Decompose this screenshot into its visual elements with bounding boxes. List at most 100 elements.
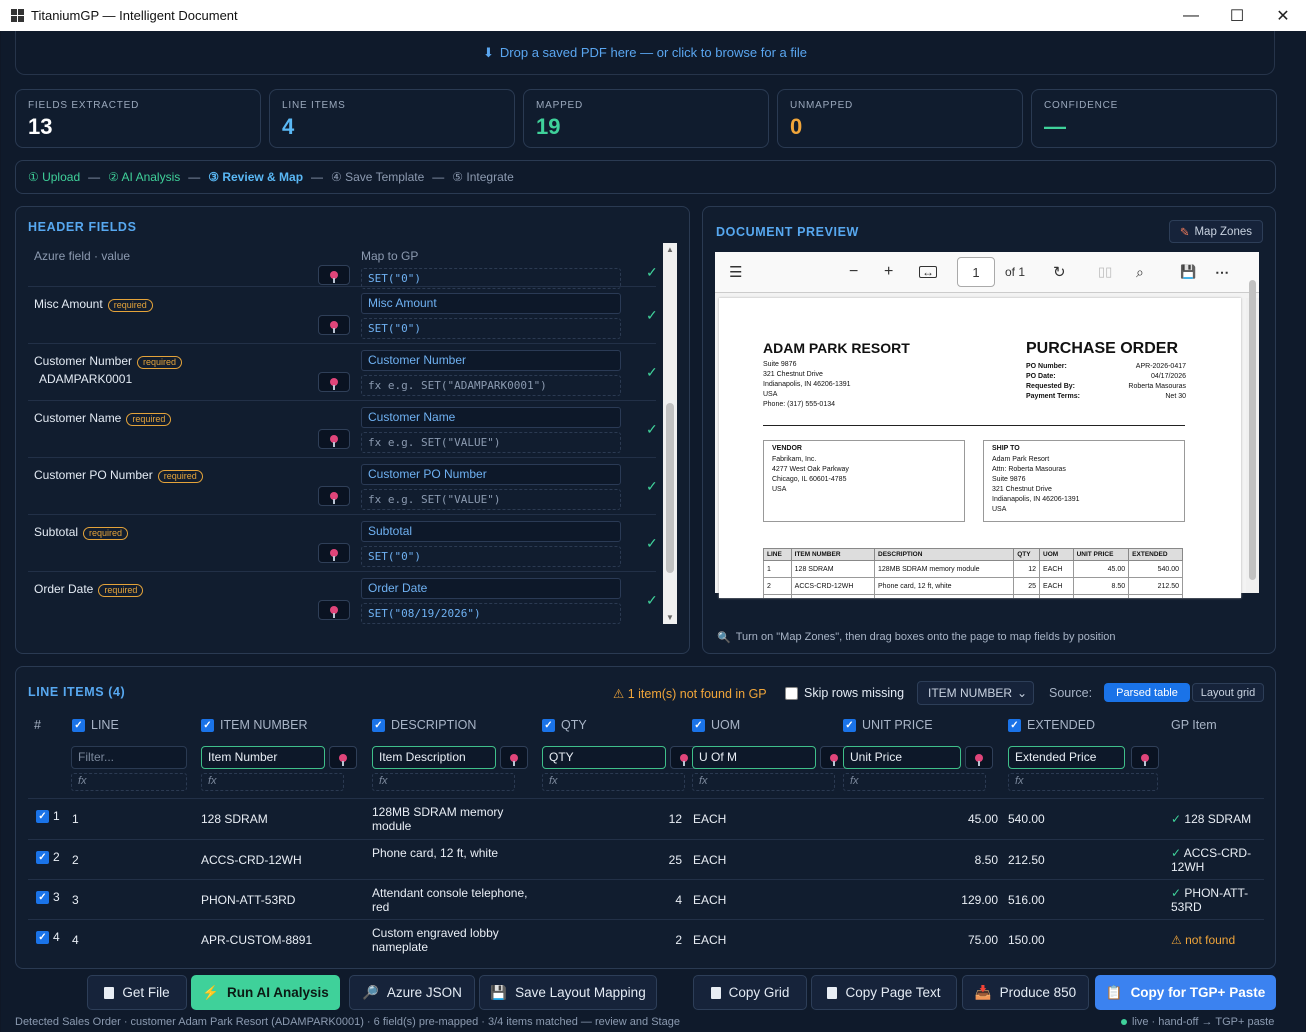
page-number-input[interactable]: 1 <box>957 257 995 287</box>
step-item[interactable]: ④ Save Template <box>331 170 424 184</box>
skip-rows-checkbox[interactable] <box>785 686 798 700</box>
skip-column-select[interactable]: ITEM NUMBER ⌄ <box>917 681 1034 705</box>
fx-expression-field[interactable]: SET("08/19/2026") <box>361 603 621 624</box>
column-pin-button[interactable] <box>1131 746 1159 769</box>
column-header[interactable]: ✓ ITEM NUMBER <box>201 718 308 732</box>
fit-page-icon[interactable]: ↔ <box>919 266 937 278</box>
get-file-button[interactable]: Get File <box>87 975 187 1010</box>
line-item-row[interactable]: ✓ 1 1 128 SDRAM 128MB SDRAM memory module 12 E… <box>28 799 1264 839</box>
gp-field-select[interactable]: Customer Name <box>361 407 621 428</box>
close-button[interactable]: ✕ <box>1260 0 1306 31</box>
fx-expression-field[interactable]: SET("0") <box>361 268 621 289</box>
more-icon[interactable]: ⋯ <box>1215 264 1229 281</box>
step-item[interactable]: ① Upload <box>28 170 80 184</box>
column-header[interactable]: ✓ LINE <box>72 718 119 732</box>
save-icon[interactable]: 💾 <box>1180 264 1196 280</box>
line-item-row[interactable]: ✓ 3 3 PHON-ATT-53RD Attendant console teleph… <box>28 879 1264 919</box>
outer-scrollbar-thumb[interactable] <box>1249 280 1256 580</box>
zoom-out-icon[interactable]: − <box>849 263 858 281</box>
row-checkbox[interactable]: ✓ <box>36 851 49 864</box>
column-mapping-select[interactable]: Item Number <box>201 746 325 769</box>
column-fx-field[interactable]: fx <box>71 773 187 791</box>
row-checkbox[interactable]: ✓ <box>36 931 49 944</box>
header-fields-scrollbar[interactable]: ▲ ▼ <box>663 243 677 624</box>
column-checkbox[interactable]: ✓ <box>72 718 85 732</box>
fx-expression-field[interactable]: fx e.g. SET("ADAMPARK0001") <box>361 375 621 396</box>
column-pin-button[interactable] <box>965 746 993 769</box>
step-item[interactable]: ⑤ Integrate <box>452 170 513 184</box>
produce-850-button[interactable]: 📥 Produce 850 <box>962 975 1089 1010</box>
column-header[interactable]: ✓ EXTENDED <box>1008 718 1095 732</box>
column-pin-button[interactable] <box>500 746 528 769</box>
row-checkbox[interactable]: ✓ <box>36 891 49 904</box>
pdf-dropzone[interactable]: ⬇ Drop a saved PDF here — or click to br… <box>15 31 1275 75</box>
parsed-table-toggle[interactable]: Parsed table <box>1104 683 1190 702</box>
pin-zone-button[interactable] <box>318 315 350 335</box>
fx-expression-field[interactable]: SET("0") <box>361 546 621 567</box>
column-fx-field[interactable]: fx <box>692 773 835 791</box>
uom-cell: EACH <box>693 893 727 907</box>
line-item-row[interactable]: ✓ 4 4 APR-CUSTOM-8891 Custom engraved lobby … <box>28 919 1264 959</box>
pin-zone-button[interactable] <box>318 600 350 620</box>
save-layout-mapping-button[interactable]: 💾 Save Layout Mapping <box>479 975 657 1010</box>
column-fx-field[interactable]: fx <box>1008 773 1158 791</box>
column-header[interactable]: ✓ UOM <box>692 718 740 732</box>
fx-expression-field[interactable]: fx e.g. SET("VALUE") <box>361 489 621 510</box>
column-fx-field[interactable]: fx <box>542 773 685 791</box>
outer-scrollbar[interactable] <box>1247 254 1258 594</box>
column-mapping-select[interactable]: Item Description <box>372 746 496 769</box>
skip-rows-toggle[interactable]: Skip rows missing <box>785 686 904 700</box>
column-pin-button[interactable] <box>329 746 357 769</box>
column-fx-field[interactable]: fx <box>372 773 515 791</box>
run-ai-analysis-button[interactable]: ⚡ Run AI Analysis <box>191 975 340 1010</box>
step-item[interactable]: ③ Review & Map <box>208 170 303 184</box>
gp-field-select[interactable]: Order Date <box>361 578 621 599</box>
gp-field-select[interactable]: Customer PO Number <box>361 464 621 485</box>
column-checkbox[interactable]: ✓ <box>372 718 385 732</box>
row-checkbox[interactable]: ✓ <box>36 810 49 823</box>
step-item[interactable]: ② AI Analysis <box>108 170 180 184</box>
gp-field-select[interactable]: Subtotal <box>361 521 621 542</box>
column-checkbox[interactable]: ✓ <box>201 718 214 732</box>
scroll-up-icon[interactable]: ▲ <box>666 245 674 254</box>
column-checkbox[interactable]: ✓ <box>542 718 555 732</box>
pin-zone-button[interactable] <box>318 486 350 506</box>
column-header[interactable]: ✓ QTY <box>542 718 587 732</box>
header-field-row: Customer Name required Customer Name fx e.g… <box>28 401 658 458</box>
copy-for-tgp-paste-button[interactable]: 📋 Copy for TGP+ Paste <box>1095 975 1276 1010</box>
maximize-button[interactable]: ☐ <box>1214 0 1260 31</box>
search-icon[interactable]: ⌕ <box>1136 264 1144 281</box>
minimize-button[interactable]: — <box>1168 0 1214 31</box>
outline-icon[interactable]: ☰ <box>729 263 742 281</box>
azure-json-button[interactable]: 🔎 Azure JSON <box>349 975 475 1010</box>
line-filter-input[interactable]: Filter... <box>71 746 187 769</box>
gp-field-select[interactable]: Customer Number <box>361 350 621 371</box>
rotate-icon[interactable]: ↻ <box>1053 263 1066 281</box>
layout-grid-toggle[interactable]: Layout grid <box>1192 683 1264 702</box>
column-mapping-select[interactable]: QTY <box>542 746 666 769</box>
pin-zone-button[interactable] <box>318 372 350 392</box>
pin-zone-button[interactable] <box>318 265 350 285</box>
column-header[interactable]: ✓ DESCRIPTION <box>372 718 476 732</box>
column-mapping-select[interactable]: U Of M <box>692 746 816 769</box>
fx-expression-field[interactable]: fx e.g. SET("VALUE") <box>361 432 621 453</box>
column-mapping-select[interactable]: Extended Price <box>1008 746 1125 769</box>
column-fx-field[interactable]: fx <box>201 773 344 791</box>
copy-page-text-button[interactable]: Copy Page Text <box>811 975 957 1010</box>
column-checkbox[interactable]: ✓ <box>692 718 705 732</box>
column-checkbox[interactable]: ✓ <box>843 718 856 732</box>
map-zones-button[interactable]: ✎ Map Zones <box>1168 220 1263 243</box>
pin-zone-button[interactable] <box>318 543 350 563</box>
column-mapping-select[interactable]: Unit Price <box>843 746 961 769</box>
zoom-in-icon[interactable]: + <box>884 263 893 281</box>
line-item-row[interactable]: ✓ 2 2 ACCS-CRD-12WH Phone card, 12 ft, white… <box>28 839 1264 879</box>
fx-expression-field[interactable]: SET("0") <box>361 318 621 339</box>
column-header[interactable]: ✓ UNIT PRICE <box>843 718 933 732</box>
copy-grid-button[interactable]: Copy Grid <box>693 975 807 1010</box>
column-checkbox[interactable]: ✓ <box>1008 718 1021 732</box>
pin-zone-button[interactable] <box>318 429 350 449</box>
scroll-down-icon[interactable]: ▼ <box>666 613 674 622</box>
gp-field-select[interactable]: Misc Amount <box>361 293 621 314</box>
column-fx-field[interactable]: fx <box>843 773 986 791</box>
scrollbar-thumb[interactable] <box>666 403 674 573</box>
